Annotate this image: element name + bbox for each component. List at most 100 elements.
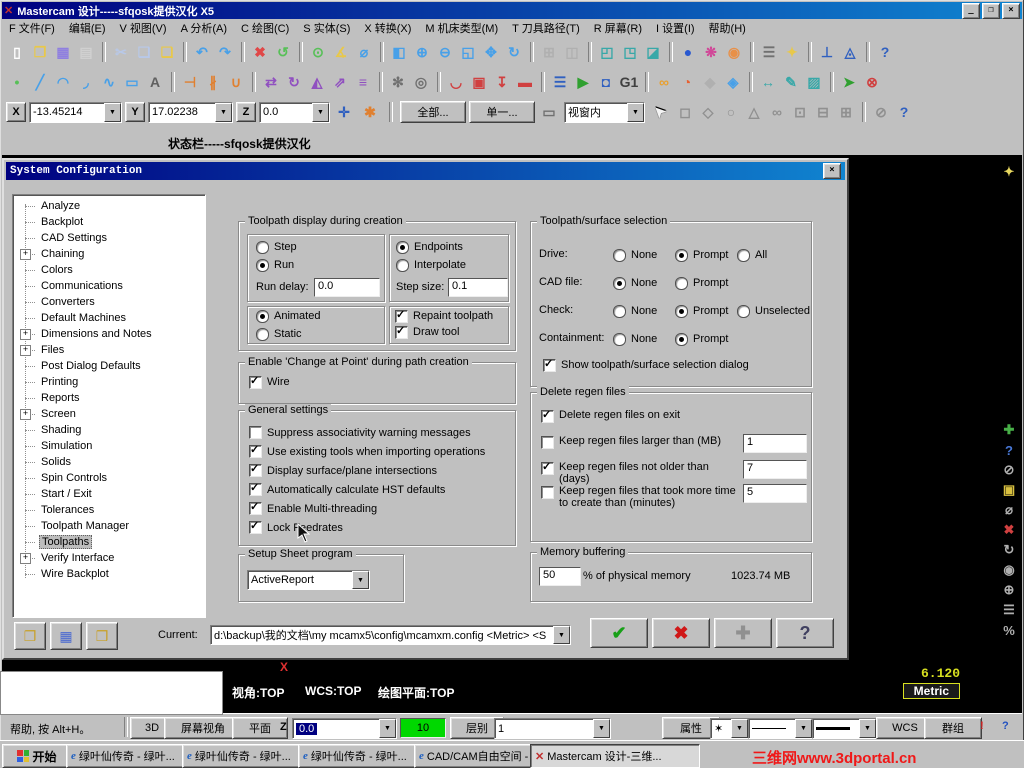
tree-item-toolpaths[interactable]: Toolpaths xyxy=(13,534,205,550)
general-use-existing-tools-when-importing-operations[interactable]: Use existing tools when importing operat… xyxy=(249,442,485,461)
chain-icon[interactable]: ∞ xyxy=(653,71,675,93)
selection-check-none[interactable]: None xyxy=(613,302,657,320)
create-rect-icon[interactable]: ▭ xyxy=(121,71,143,93)
grid-icon[interactable]: ⊞ xyxy=(538,41,560,63)
copy-icon[interactable]: ❏ xyxy=(133,41,155,63)
menu-f-f[interactable]: F 文件(F) xyxy=(2,20,62,36)
memory-percent-field[interactable]: 50 xyxy=(539,567,581,586)
select-outside-icon[interactable]: ⊞ xyxy=(835,101,857,123)
selection-cad-file-prompt[interactable]: Prompt xyxy=(675,274,728,292)
selection-containment-none[interactable]: None xyxy=(613,330,657,348)
analyze-distance-icon[interactable]: ⌀ xyxy=(353,41,375,63)
percent-icon[interactable]: % xyxy=(998,620,1020,640)
zoom-in-icon[interactable]: ⊕ xyxy=(411,41,433,63)
zoom-out-icon[interactable]: ⊖ xyxy=(434,41,456,63)
xform-scale-icon[interactable]: ⇗ xyxy=(329,71,351,93)
cut-icon[interactable]: ✂ xyxy=(110,41,132,63)
analyze-point-icon[interactable]: ⊙ xyxy=(307,41,329,63)
z-dropdown-button[interactable]: ▼ xyxy=(312,102,329,122)
xform-rotate-icon[interactable]: ↻ xyxy=(283,71,305,93)
change-point-wire[interactable]: Wire xyxy=(249,373,290,391)
general-automatically-calculate-hst-defaults[interactable]: Automatically calculate HST defaults xyxy=(249,480,485,499)
toolpath-drill-icon[interactable]: ↧ xyxy=(491,71,513,93)
tree-item-dimensions-and-notes[interactable]: + Dimensions and Notes xyxy=(13,326,205,342)
xform-mirror-icon[interactable]: ◭ xyxy=(306,71,328,93)
select-box-icon[interactable]: ◻ xyxy=(674,101,696,123)
note-icon[interactable]: ✎ xyxy=(780,71,802,93)
regen-value-field[interactable]: 1 xyxy=(743,434,807,453)
selection-check-unselected[interactable]: Unselected xyxy=(737,302,810,320)
selection-drive-all[interactable]: All xyxy=(737,246,767,264)
tree-item-start-exit[interactable]: Start / Exit xyxy=(13,486,205,502)
xform-offset-icon[interactable]: ≡ xyxy=(352,71,374,93)
menu-t-t[interactable]: T 刀具路径(T) xyxy=(505,20,587,36)
merge-config-button[interactable]: ❒ xyxy=(86,622,118,650)
expand-icon[interactable]: + xyxy=(20,249,31,260)
tree-item-wire-backplot[interactable]: Wire Backplot xyxy=(13,566,205,582)
selection-show-toolpath-surface-selection-dialog[interactable]: Show toolpath/surface selection dialog xyxy=(543,356,749,374)
regen-value-field[interactable]: 5 xyxy=(743,484,807,503)
current-config-dropdown-button[interactable]: ▼ xyxy=(553,626,570,644)
tree-item-solids[interactable]: Solids xyxy=(13,454,205,470)
setup-sheet-dropdown-button[interactable]: ▼ xyxy=(352,571,369,589)
tree-item-printing[interactable]: Printing xyxy=(13,374,205,390)
level-combo[interactable]: 1 ▼ xyxy=(494,718,611,739)
menu-x-x[interactable]: X 转换(X) xyxy=(357,20,418,36)
regen-value-field[interactable]: 7 xyxy=(743,460,807,479)
tree-item-shading[interactable]: Shading xyxy=(13,422,205,438)
none-icon[interactable]: ⊘ xyxy=(998,460,1020,480)
tree-item-toolpath-manager[interactable]: Toolpath Manager xyxy=(13,518,205,534)
cancel-button[interactable]: ✖ xyxy=(652,618,710,648)
tree-item-spin-controls[interactable]: Spin Controls xyxy=(13,470,205,486)
create-spline-icon[interactable]: ∿ xyxy=(98,71,120,93)
tree-item-files[interactable]: + Files xyxy=(13,342,205,358)
y-coordinate-input[interactable]: 17.02238 ▼ xyxy=(148,101,233,123)
tree-item-analyze[interactable]: Analyze xyxy=(13,198,205,214)
minimize-button[interactable]: _ xyxy=(962,2,980,19)
general-lock-feedrates[interactable]: Lock Feedrates xyxy=(249,518,485,537)
help-icon[interactable]: ? xyxy=(1002,720,1009,732)
create-letters-icon[interactable]: A xyxy=(144,71,166,93)
taskbar-task-4[interactable]: e CAD/CAM自由空间 - ... xyxy=(414,744,536,768)
display-anim-static[interactable]: Static xyxy=(256,325,320,343)
select-help-icon[interactable]: ? xyxy=(893,101,915,123)
select-window-icon[interactable]: ⊡ xyxy=(789,101,811,123)
wireframe-3d-icon[interactable]: ◈ xyxy=(722,71,744,93)
display-paint-repaint-toolpath[interactable]: Repaint toolpath xyxy=(395,308,493,324)
machine-lathe-icon[interactable]: ◎ xyxy=(410,71,432,93)
machine-mill-icon[interactable]: ✻ xyxy=(387,71,409,93)
y-dropdown-button[interactable]: ▼ xyxy=(215,102,232,122)
help-button[interactable]: ? xyxy=(776,618,834,648)
rt-levels-icon[interactable]: ☰ xyxy=(998,600,1020,620)
tree-item-converters[interactable]: Converters xyxy=(13,294,205,310)
display-mode-run[interactable]: Run xyxy=(256,256,297,274)
print-icon[interactable]: ▤ xyxy=(75,41,97,63)
select-single-button[interactable]: 单一... xyxy=(469,101,535,123)
select-circle-icon[interactable]: ○ xyxy=(720,101,742,123)
toolpath-contour-icon[interactable]: ◡ xyxy=(445,71,467,93)
line-style-combo[interactable]: ▼ xyxy=(748,718,813,739)
point-style-dropdown-button[interactable]: ▼ xyxy=(731,719,748,738)
new-file-icon[interactable]: ▯ xyxy=(6,41,28,63)
maximize-button[interactable]: ❐ xyxy=(982,2,1000,19)
menu-a-a[interactable]: A 分析(A) xyxy=(174,20,234,36)
regen-keep-regen-files-not-older-than-days[interactable]: Keep regen files not older than (days) xyxy=(541,460,741,485)
menu-v-v[interactable]: V 视图(V) xyxy=(113,20,174,36)
color-wheel-icon[interactable]: ❋ xyxy=(700,41,722,63)
camera-icon[interactable]: ◉ xyxy=(998,560,1020,580)
tree-item-colors[interactable]: Colors xyxy=(13,262,205,278)
display-endpoint-endpoints[interactable]: Endpoints xyxy=(396,238,466,256)
regen-delete-regen-files-on-exit[interactable]: Delete regen files on exit xyxy=(541,408,741,423)
selection-drive-none[interactable]: None xyxy=(613,246,657,264)
save-icon[interactable]: ▦ xyxy=(52,41,74,63)
dimensions-icon[interactable]: ↔ xyxy=(757,71,779,93)
view-top-icon[interactable]: ◰ xyxy=(596,41,618,63)
select-vector-icon[interactable]: △ xyxy=(743,101,765,123)
general-enable-multi-threading[interactable]: Enable Multi-threading xyxy=(249,499,485,518)
tree-item-communications[interactable]: Communications xyxy=(13,278,205,294)
operations-manager-icon[interactable]: ☰ xyxy=(549,71,571,93)
toolpath-face-icon[interactable]: ▬ xyxy=(514,71,536,93)
select-poly-icon[interactable]: ◇ xyxy=(697,101,719,123)
taskbar-task-2[interactable]: e 绿叶仙传奇 - 绿叶... xyxy=(182,744,304,768)
run-delay-field[interactable]: 0.0 xyxy=(314,278,380,297)
